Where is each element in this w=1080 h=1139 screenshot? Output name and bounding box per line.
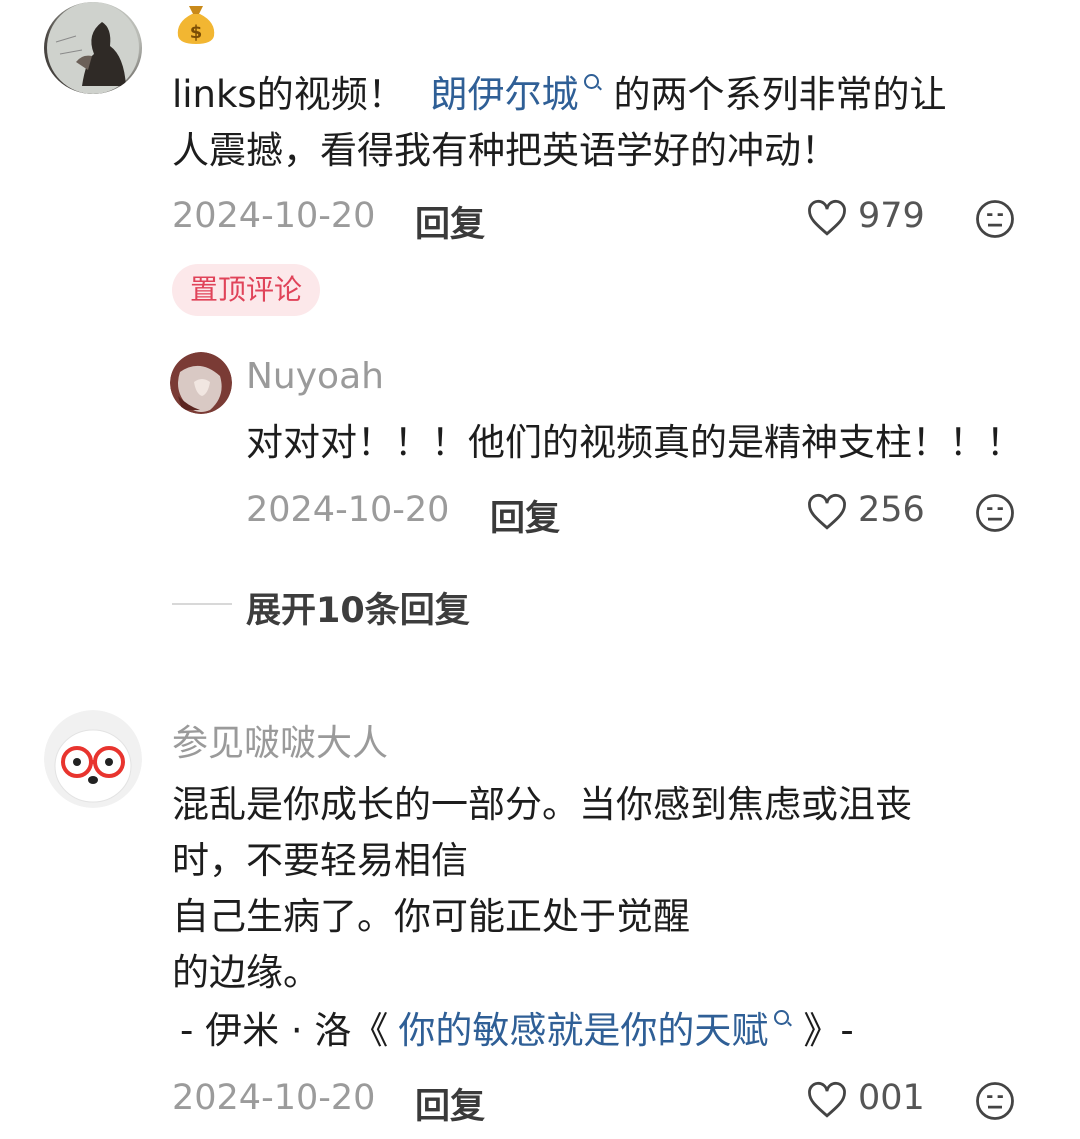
book-link[interactable]: 你的敏感就是你的天赋 bbox=[398, 1009, 768, 1052]
comment-text-part: links的视频！ bbox=[172, 73, 405, 116]
search-icon bbox=[774, 1010, 790, 1025]
expand-divider bbox=[172, 603, 232, 605]
topic-link[interactable]: 朗伊尔城 bbox=[430, 73, 578, 116]
avatar[interactable] bbox=[44, 710, 142, 808]
dislike-face-icon[interactable] bbox=[974, 1080, 1016, 1122]
dislike-face-icon[interactable] bbox=[974, 492, 1016, 534]
search-icon bbox=[584, 74, 600, 89]
quote-line: - 伊米 · 洛《 你的敏感就是你的天赋 》- bbox=[180, 1002, 854, 1060]
expand-replies-button[interactable]: 展开10条回复 bbox=[246, 582, 470, 633]
comment-text-line-1: links的视频！ 朗伊尔城 的两个系列非常的让 bbox=[172, 66, 946, 124]
reply-button[interactable]: 回复 bbox=[415, 196, 485, 247]
comment-text-line: 时，不要轻易相信 bbox=[172, 839, 468, 882]
avatar[interactable] bbox=[44, 2, 142, 94]
heart-icon[interactable] bbox=[806, 1080, 848, 1120]
comment-date: 2024-10-20 bbox=[172, 196, 376, 236]
reply-text: 对对对！！！他们的视频真的是精神支柱！！！ bbox=[246, 421, 1023, 464]
comment-text-part: 的两个系列非常的让 bbox=[613, 73, 947, 116]
reply-username[interactable]: Nuyoah bbox=[246, 356, 384, 397]
reply-date: 2024-10-20 bbox=[246, 490, 450, 530]
svg-text:$: $ bbox=[190, 22, 203, 43]
dislike-face-icon[interactable] bbox=[974, 198, 1016, 240]
comment-text-line: 混乱是你成长的一部分。当你感到焦虑或沮丧 bbox=[172, 783, 912, 826]
like-count: 001 bbox=[858, 1078, 925, 1118]
comment-username[interactable]: 参见啵啵大人 bbox=[172, 714, 388, 766]
avatar[interactable] bbox=[170, 352, 232, 414]
comment-date: 2024-10-20 bbox=[172, 1078, 376, 1118]
quote-prefix: - 伊米 · 洛《 bbox=[180, 1009, 389, 1052]
comment-text-line-2: 人震撼，看得我有种把英语学好的冲动！ bbox=[172, 129, 838, 172]
heart-icon[interactable] bbox=[806, 492, 848, 532]
reply-button[interactable]: 回复 bbox=[490, 490, 560, 541]
comment-text-line: 的边缘。 bbox=[172, 951, 320, 994]
quote-suffix: 》- bbox=[803, 1009, 854, 1052]
like-count: 256 bbox=[858, 490, 925, 530]
comment-text-line: 自己生病了。你可能正处于觉醒 bbox=[172, 895, 690, 938]
reply-button[interactable]: 回复 bbox=[415, 1078, 485, 1129]
heart-icon[interactable] bbox=[806, 198, 848, 238]
like-count: 979 bbox=[858, 196, 925, 236]
pinned-comment-badge: 置顶评论 bbox=[172, 264, 321, 316]
money-bag-emoji: $ bbox=[174, 2, 218, 46]
